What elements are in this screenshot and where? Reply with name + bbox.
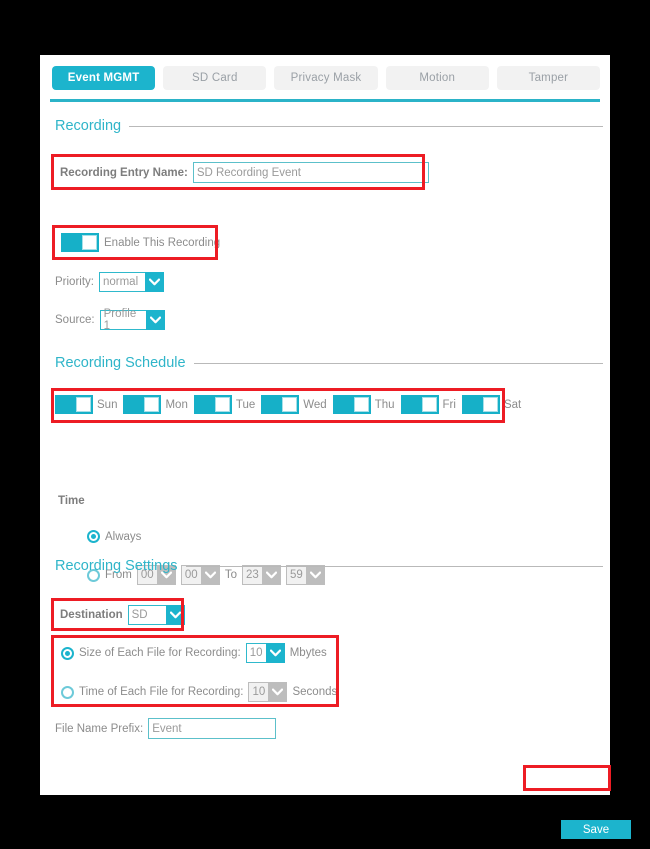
time-label: Time <box>58 495 85 507</box>
time-file-unit-label: Seconds <box>292 686 338 698</box>
section-divider-schedule <box>193 362 603 364</box>
recording-entry-name-row: Recording Entry Name: <box>60 162 429 183</box>
toggle-knob <box>421 397 437 412</box>
source-row: Source: Profile 1 <box>55 308 165 332</box>
priority-row: Priority: normal <box>55 272 164 292</box>
tab-tamper[interactable]: Tamper <box>496 66 601 90</box>
section-title-recording: Recording <box>55 118 122 134</box>
destination-row: Destination SD <box>60 605 185 625</box>
chevron-down-icon <box>145 310 165 330</box>
time-label-row: Time <box>58 495 85 507</box>
tab-event-mgmt[interactable]: Event MGMT <box>52 66 156 90</box>
toggle-knob <box>144 397 160 412</box>
tab-privacy-mask[interactable]: Privacy Mask <box>274 66 378 90</box>
day-toggle-wed[interactable] <box>261 395 300 414</box>
day-toggle-group-mon: Mon <box>123 395 188 414</box>
day-toggle-tue[interactable] <box>193 395 232 414</box>
day-label-sun: Sun <box>97 398 118 411</box>
settings-panel: Event MGMT SD Card Privacy Mask Motion T… <box>40 55 631 839</box>
toggle-knob <box>282 397 298 412</box>
size-select[interactable]: 10 <box>245 643 285 663</box>
section-divider-settings <box>185 565 603 567</box>
time-file-select[interactable]: 10 <box>248 682 288 702</box>
day-toggle-group-sat: Sat <box>461 395 522 414</box>
tab-underline <box>50 99 600 102</box>
section-header-settings: Recording Settings <box>55 558 603 574</box>
source-select-value: Profile 1 <box>99 308 146 332</box>
chevron-down-icon <box>265 643 285 663</box>
file-name-prefix-input[interactable] <box>148 718 277 739</box>
priority-select[interactable]: normal <box>98 272 164 292</box>
toggle-knob <box>82 235 97 250</box>
day-toggle-sat[interactable] <box>461 395 500 414</box>
recording-entry-name-input[interactable] <box>192 162 429 183</box>
enable-recording-row: Enable This Recording <box>61 233 220 252</box>
day-label-thu: Thu <box>374 398 395 411</box>
size-unit-label: Mbytes <box>289 647 327 659</box>
enable-recording-toggle[interactable] <box>61 233 99 252</box>
destination-label: Destination <box>60 609 123 621</box>
always-label: Always <box>105 530 142 543</box>
recording-entry-name-label: Recording Entry Name: <box>60 166 188 179</box>
schedule-days-row: Sun Mon Tue Wed Thu Fri Sat <box>55 395 527 414</box>
tab-motion[interactable]: Motion <box>385 66 489 90</box>
chevron-down-icon <box>165 605 185 625</box>
time-file-label: Time of Each File for Recording: <box>79 686 244 698</box>
chevron-down-icon <box>268 682 288 702</box>
day-toggle-group-fri: Fri <box>400 395 456 414</box>
day-toggle-thu[interactable] <box>332 395 371 414</box>
section-header-schedule: Recording Schedule <box>55 355 603 371</box>
day-toggle-group-tue: Tue <box>193 395 256 414</box>
priority-label: Priority: <box>55 276 94 288</box>
section-title-schedule: Recording Schedule <box>55 355 186 371</box>
source-select[interactable]: Profile 1 <box>99 308 165 332</box>
enable-recording-label: Enable This Recording <box>104 236 221 249</box>
day-label-tue: Tue <box>235 398 256 411</box>
day-label-mon: Mon <box>165 398 188 411</box>
section-header-recording: Recording <box>55 118 603 134</box>
time-file-radio[interactable] <box>61 685 74 699</box>
file-name-prefix-row: File Name Prefix: <box>55 718 277 739</box>
toggle-knob <box>214 397 230 412</box>
day-toggle-sun[interactable] <box>55 395 93 414</box>
toggle-knob <box>482 397 498 412</box>
size-select-value: 10 <box>245 643 266 663</box>
time-file-option-row: Time of Each File for Recording: 10 Seco… <box>61 682 337 702</box>
tab-sd-card[interactable]: SD Card <box>163 66 267 90</box>
time-file-select-value: 10 <box>248 682 269 702</box>
always-radio[interactable] <box>87 530 100 543</box>
source-label: Source: <box>55 314 95 326</box>
day-label-wed: Wed <box>303 398 327 411</box>
always-option-row: Always <box>87 530 141 543</box>
destination-select-value: SD <box>127 605 166 625</box>
toggle-knob <box>353 397 369 412</box>
tab-bar: Event MGMT SD Card Privacy Mask Motion T… <box>52 66 601 90</box>
day-toggle-group-thu: Thu <box>332 395 395 414</box>
size-option-row: Size of Each File for Recording: 10 Mbyt… <box>61 643 327 663</box>
chevron-down-icon <box>144 272 164 292</box>
priority-select-value: normal <box>98 272 145 292</box>
size-radio[interactable] <box>61 646 74 660</box>
day-label-fri: Fri <box>442 398 456 411</box>
toggle-knob <box>76 397 91 412</box>
day-toggle-group-sun: Sun <box>55 395 117 414</box>
day-toggle-mon[interactable] <box>123 395 162 414</box>
day-toggle-fri[interactable] <box>400 395 439 414</box>
size-label: Size of Each File for Recording: <box>79 647 241 659</box>
annotation-box-save <box>523 765 611 791</box>
day-label-sat: Sat <box>503 398 522 411</box>
section-divider-recording <box>129 125 603 127</box>
destination-select[interactable]: SD <box>127 605 185 625</box>
save-button[interactable]: Save <box>561 820 631 839</box>
day-toggle-group-wed: Wed <box>261 395 327 414</box>
file-name-prefix-label: File Name Prefix: <box>55 722 144 735</box>
section-title-settings: Recording Settings <box>55 558 178 574</box>
